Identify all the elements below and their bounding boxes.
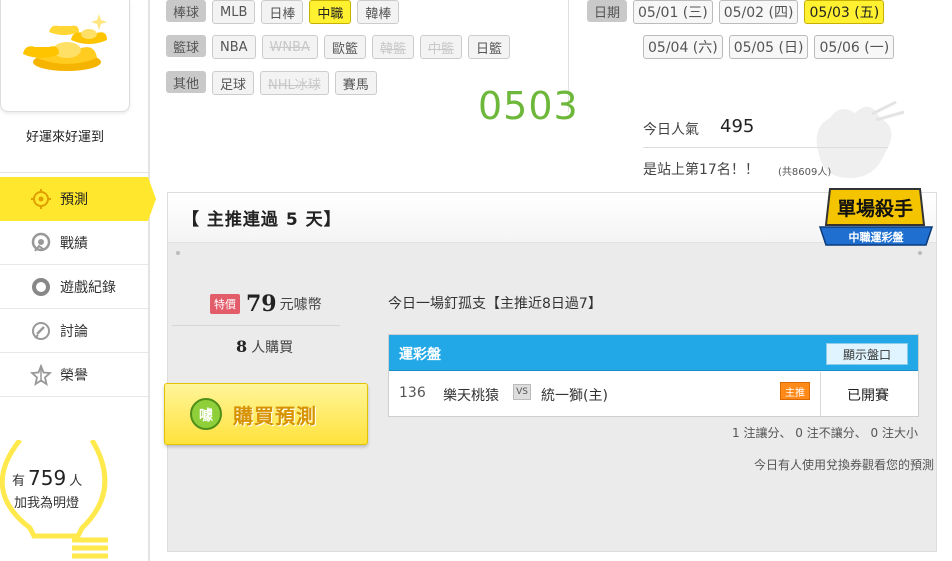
game-number: 136 [399, 385, 426, 401]
ring-icon [30, 276, 52, 298]
category-label: 棒球 [166, 0, 206, 22]
filter-soccer[interactable]: 足球 [212, 71, 255, 95]
lamp-count-value: 759 [28, 466, 67, 490]
filter-nba[interactable]: NBA [212, 35, 256, 59]
filter-korea-basketball: 韓籃 [371, 35, 414, 59]
column-divider [820, 372, 821, 416]
lamp-count: 有 759 人 [12, 466, 83, 490]
filter-china-basketball: 中籃 [419, 35, 462, 59]
sidebar-divider [0, 172, 148, 173]
date-0502[interactable]: 05/02 (四) [718, 0, 799, 24]
sidebar-item-game-log[interactable]: 遊戲紀錄 [0, 265, 148, 309]
date-row-2: 05/04 (六) 05/05 (日) 05/06 (一) [633, 35, 895, 59]
sidebar-item-record[interactable]: 戰績 [0, 221, 148, 265]
rank-text: 是站上第17名！！ [643, 162, 759, 178]
chart-badge-icon [30, 232, 52, 254]
show-odds-button[interactable]: 顯示盤口 [826, 343, 908, 365]
date-row-1: 日期 05/01 (三) 05/02 (四) 05/03 (五) [587, 0, 885, 24]
price-divider [172, 325, 340, 326]
current-date-display: 0503 [478, 84, 579, 128]
filter-japan-basketball[interactable]: 日籃 [467, 35, 510, 59]
filter-row-other: 其他 足球 NHL冰球 賽馬 [166, 71, 377, 95]
bet-summary: 1 注讓分、 0 注不讓分、 0 注大小 [732, 426, 918, 440]
pick-table-title: 運彩盤 [399, 347, 441, 363]
date-0504[interactable]: 05/04 (六) [643, 35, 723, 59]
filter-cpbl[interactable]: 中職 [309, 0, 352, 24]
price-value: 79 [246, 291, 277, 317]
sidebar-item-honor[interactable]: 榮譽 [0, 353, 148, 397]
buy-prediction-button[interactable]: 噱 購買預測 [164, 383, 368, 445]
filter-horse-racing[interactable]: 賽馬 [334, 71, 377, 95]
corner-dot [176, 251, 180, 255]
home-team: 統一獅(主) [541, 388, 608, 404]
sidebar-item-label: 討論 [60, 323, 88, 340]
away-team: 樂天桃猿 [443, 388, 499, 404]
svg-text:噱: 噱 [199, 407, 214, 424]
date-0501[interactable]: 05/01 (三) [633, 0, 713, 24]
vs-icon: VS [513, 384, 531, 400]
coin-icon: 噱 [190, 398, 222, 430]
filter-mlb[interactable]: MLB [212, 0, 256, 24]
game-status: 已開賽 [847, 388, 889, 404]
filter-euro-basketball[interactable]: 歐籃 [323, 35, 366, 59]
price-row: 特價 79 元噱幣 [210, 291, 322, 317]
rank-total: (共8609人) [778, 167, 832, 178]
special-price-tag: 特價 [210, 294, 240, 314]
filter-wnba: WNBA [261, 35, 318, 59]
price-unit: 元噱幣 [279, 297, 322, 313]
star-icon [30, 363, 52, 386]
popularity-value: 495 [720, 116, 755, 137]
category-label: 籃球 [166, 35, 206, 57]
pick-table: 運彩盤 顯示盤口 136 樂天桃猿 VS 統一獅(主) 主推 已開賽 [388, 334, 919, 417]
date-0506[interactable]: 05/06 (一) [814, 35, 895, 59]
main-pick-badge: 主推 [780, 382, 810, 400]
svg-text:中職運彩盤: 中職運彩盤 [849, 230, 905, 244]
prediction-panel: 【 主推連過 5 天】 單場殺手 中職運彩盤 特價 79 元噱幣 8 人購買 噱 … [164, 188, 937, 552]
popularity-label: 今日人氣 [643, 122, 699, 138]
voucher-note: 今日有人使用兌換券觀看您的預測 [753, 458, 934, 472]
filter-kbo[interactable]: 韓棒 [357, 0, 400, 24]
panel-title: 【 主推連過 5 天】 [182, 210, 342, 230]
filter-npb[interactable]: 日棒 [261, 0, 304, 24]
svg-text:單場殺手: 單場殺手 [837, 197, 913, 220]
sidebar-item-discussion[interactable]: 討論 [0, 309, 148, 353]
prediction-description: 今日一場釘孤支【主推近8日過7】 [388, 296, 602, 312]
buy-prediction-label: 購買預測 [233, 403, 317, 428]
date-0505[interactable]: 05/05 (日) [728, 35, 809, 59]
buyers-count: 8 人購買 [236, 337, 294, 356]
killer-badge-icon: 單場殺手 中職運彩盤 [818, 188, 934, 246]
sidebar-item-label: 預測 [60, 192, 88, 208]
corner-dot [918, 251, 922, 255]
date-label: 日期 [587, 0, 627, 22]
stats-divider [643, 147, 888, 148]
filter-nhl: NHL冰球 [260, 71, 329, 95]
date-0503[interactable]: 05/03 (五) [804, 0, 885, 24]
target-icon [30, 188, 52, 210]
filter-row-baseball: 棒球 MLB 日棒 中職 韓棒 [166, 0, 400, 24]
lamp-follow-link[interactable]: 加我為明燈 [14, 492, 79, 511]
avatar[interactable] [0, 0, 130, 112]
user-name: 好運來好運到 [25, 130, 104, 145]
sidebar: 好運來好運到 預測 戰績 遊戲紀錄 討論 榮譽 有 759 人 加我為明燈 [0, 0, 156, 561]
sidebar-item-label: 戰績 [60, 235, 88, 252]
sidebar-item-label: 榮譽 [60, 367, 88, 384]
chat-icon [30, 320, 52, 342]
gold-ingot-icon [23, 14, 107, 71]
sidebar-item-label: 遊戲紀錄 [60, 279, 116, 296]
filter-row-basketball: 籃球 NBA WNBA 歐籃 韓籃 中籃 日籃 [166, 35, 510, 59]
pick-table-header: 運彩盤 顯示盤口 [389, 335, 918, 371]
category-label: 其他 [166, 71, 206, 93]
sidebar-item-predict[interactable]: 預測 [0, 177, 156, 221]
table-row: 136 樂天桃猿 VS 統一獅(主) 主推 已開賽 [389, 372, 918, 416]
